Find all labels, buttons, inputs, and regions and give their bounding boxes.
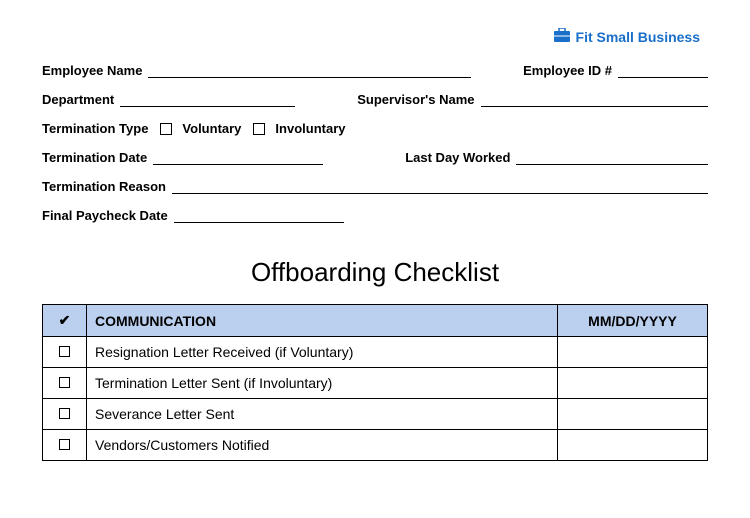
involuntary-label: Involuntary xyxy=(275,121,345,136)
row-checkbox[interactable] xyxy=(59,408,70,419)
row-label: Severance Letter Sent xyxy=(87,399,558,430)
last-day-worked-label: Last Day Worked xyxy=(405,150,510,165)
row-date-input[interactable] xyxy=(558,368,708,399)
employee-form: Employee Name Employee ID # Department S… xyxy=(42,63,708,223)
department-input[interactable] xyxy=(120,93,295,107)
briefcase-icon xyxy=(554,28,570,45)
row-label: Termination Letter Sent (if Involuntary) xyxy=(87,368,558,399)
termination-reason-label: Termination Reason xyxy=(42,179,166,194)
row-checkbox[interactable] xyxy=(59,439,70,450)
row-date-input[interactable] xyxy=(558,430,708,461)
voluntary-checkbox[interactable] xyxy=(160,123,172,135)
table-row: Resignation Letter Received (if Voluntar… xyxy=(43,337,708,368)
termination-reason-input[interactable] xyxy=(172,180,708,194)
employee-name-label: Employee Name xyxy=(42,63,142,78)
employee-id-input[interactable] xyxy=(618,64,708,78)
row-label: Resignation Letter Received (if Voluntar… xyxy=(87,337,558,368)
termination-date-label: Termination Date xyxy=(42,150,147,165)
supervisor-label: Supervisor's Name xyxy=(357,92,474,107)
employee-name-input[interactable] xyxy=(148,64,471,78)
row-checkbox[interactable] xyxy=(59,346,70,357)
row-label: Vendors/Customers Notified xyxy=(87,430,558,461)
checklist-title: Offboarding Checklist xyxy=(42,257,708,288)
row-checkbox[interactable] xyxy=(59,377,70,388)
termination-type-label: Termination Type xyxy=(42,121,148,136)
header-check: ✔ xyxy=(43,305,87,337)
employee-id-label: Employee ID # xyxy=(523,63,612,78)
supervisor-input[interactable] xyxy=(481,93,708,107)
header-date: MM/DD/YYYY xyxy=(558,305,708,337)
table-row: Termination Letter Sent (if Involuntary) xyxy=(43,368,708,399)
brand-text: Fit Small Business xyxy=(576,29,700,45)
department-label: Department xyxy=(42,92,114,107)
involuntary-checkbox[interactable] xyxy=(253,123,265,135)
checklist-table: ✔ COMMUNICATION MM/DD/YYYY Resignation L… xyxy=(42,304,708,461)
termination-date-input[interactable] xyxy=(153,151,323,165)
final-paycheck-date-label: Final Paycheck Date xyxy=(42,208,168,223)
header-section: COMMUNICATION xyxy=(87,305,558,337)
table-row: Vendors/Customers Notified xyxy=(43,430,708,461)
row-date-input[interactable] xyxy=(558,399,708,430)
table-row: Severance Letter Sent xyxy=(43,399,708,430)
row-date-input[interactable] xyxy=(558,337,708,368)
final-paycheck-date-input[interactable] xyxy=(174,209,344,223)
last-day-worked-input[interactable] xyxy=(516,151,708,165)
voluntary-label: Voluntary xyxy=(182,121,241,136)
brand-logo: Fit Small Business xyxy=(42,28,700,45)
